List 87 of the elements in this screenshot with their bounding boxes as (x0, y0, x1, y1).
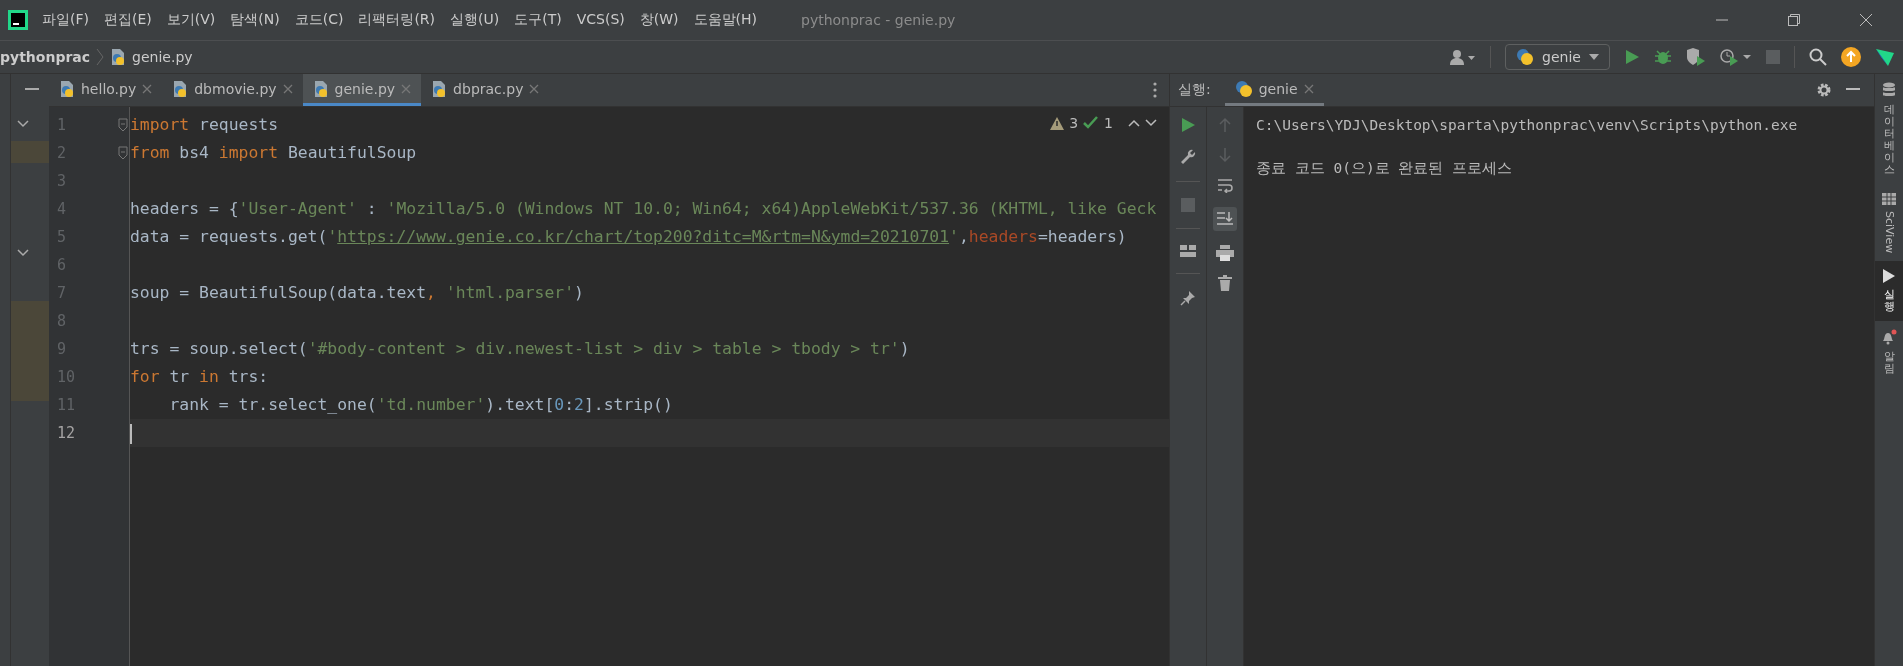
menu-item[interactable]: 탐색(N) (230, 11, 280, 29)
menu-item[interactable]: 리팩터링(R) (358, 11, 436, 29)
menu-item[interactable]: 보기(V) (166, 11, 216, 29)
chevron-down-icon[interactable] (1145, 119, 1157, 127)
close-icon[interactable] (282, 83, 293, 94)
warning-count: 3 (1069, 115, 1079, 131)
chevron-icon[interactable] (17, 120, 29, 128)
menu-item[interactable]: 실행(U) (450, 11, 500, 29)
chevron-icon (96, 48, 105, 66)
python-icon (1516, 48, 1535, 66)
python-file-icon (59, 80, 75, 97)
update-icon[interactable] (1841, 47, 1861, 67)
bell-icon (1881, 328, 1897, 345)
line-number: 12 (56, 423, 77, 444)
minimize-icon[interactable] (1846, 88, 1860, 92)
python-icon (1234, 79, 1253, 98)
print-icon[interactable] (1216, 245, 1234, 261)
sidebar-tab[interactable]: 데이터베이스 (1875, 74, 1903, 185)
minimize-icon[interactable] (25, 88, 39, 92)
check-icon[interactable] (1083, 116, 1100, 130)
database-icon (1882, 82, 1896, 98)
bug-icon[interactable] (1654, 48, 1672, 66)
console-line: 종료 코드 0(으)로 완료된 프로세스 (1256, 159, 1514, 178)
sidebar-tab[interactable]: 알림 (1875, 320, 1903, 384)
code-line: import requests (130, 115, 279, 134)
rerun-icon[interactable] (1180, 117, 1196, 133)
grid-icon (1882, 192, 1896, 205)
editor-tab[interactable]: genie.py (302, 74, 422, 106)
code-line: from bs4 import BeautifulSoup (130, 143, 417, 162)
code-line: data = requests.get('https://www.genie.co.kr/chart/top200?ditc=M&rtm=N&ymd=20210701',headers=headers) (130, 227, 1127, 246)
warning-icon[interactable] (1050, 116, 1065, 130)
app-logo-icon (8, 10, 28, 30)
chevron-up-icon[interactable] (1128, 119, 1140, 127)
breadcrumb-item[interactable]: genie.py (132, 49, 193, 65)
chevron-icon[interactable] (17, 249, 29, 257)
more-icon[interactable] (1153, 82, 1157, 98)
text-caret (130, 423, 132, 444)
menu-item[interactable]: 도움말(H) (693, 11, 757, 29)
menu-item[interactable]: 창(W) (639, 11, 679, 29)
user-icon[interactable] (1450, 49, 1477, 65)
menu-item[interactable]: 파일(F) (42, 11, 89, 29)
python-file-icon (312, 80, 329, 97)
wrench-icon[interactable] (1180, 149, 1196, 165)
caret-icon (1589, 54, 1599, 60)
search-icon[interactable] (1809, 48, 1827, 66)
fold-marker-icon[interactable] (118, 118, 128, 132)
close-icon[interactable] (1859, 13, 1873, 27)
editor-tab[interactable]: dbprac.py (421, 74, 550, 106)
trash-icon[interactable] (1218, 275, 1232, 291)
close-icon[interactable] (1303, 83, 1314, 94)
close-icon[interactable] (142, 83, 153, 94)
restore-icon[interactable] (1787, 13, 1801, 27)
run-panel-title: 실행: (1178, 81, 1211, 99)
clock-run-icon[interactable] (1720, 48, 1752, 66)
sidebar-tab[interactable]: 실행 (1875, 260, 1903, 321)
toolbox-logo-icon[interactable] (1875, 47, 1895, 67)
menu-item[interactable]: 코드(C) (294, 11, 344, 29)
editor-tab[interactable]: dbmovie.py (162, 74, 303, 106)
breadcrumb-item[interactable]: pythonprac (0, 49, 91, 65)
close-icon[interactable] (529, 83, 540, 94)
python-file-icon (110, 49, 127, 65)
window-title: pythonprac - genie.py (801, 12, 956, 28)
soft-wrap-icon[interactable] (1217, 177, 1233, 193)
settings-icon[interactable] (1816, 82, 1832, 98)
selection-highlight (11, 141, 49, 163)
shield-run-icon[interactable] (1686, 48, 1706, 66)
python-file-icon (431, 80, 448, 97)
editor-tab[interactable]: hello.py (49, 74, 163, 106)
scroll-to-end-icon[interactable] (1213, 207, 1237, 231)
code-line: rank = tr.select_one('td.number').text[0:2].strip() (168, 395, 673, 414)
run-icon[interactable] (1624, 49, 1640, 65)
play-icon (1883, 268, 1895, 283)
code-line: trs = soup.select('#body-content > div.newest-list > div > table > tbody > tr') (130, 339, 910, 358)
code-line: soup = BeautifulSoup(data.text, 'html.parser') (130, 283, 584, 302)
code-line: for tr in trs: (130, 367, 269, 386)
weak-warning-count: 1 (1104, 115, 1113, 131)
menu-item[interactable]: VCS(S) (576, 11, 625, 29)
pin-icon[interactable] (1180, 290, 1196, 306)
console-line: C:\Users\YDJ\Desktop\sparta\pythonprac\venv\Scripts\python.exe (1256, 117, 1799, 133)
fold-marker-icon[interactable] (118, 146, 128, 160)
run-config-dropdown[interactable]: genie (1505, 44, 1610, 70)
sidebar-tab[interactable]: SciView (1875, 184, 1903, 261)
python-file-icon (172, 80, 189, 97)
layout-icon[interactable] (1180, 245, 1196, 257)
menu-item[interactable]: 도구(T) (514, 11, 562, 29)
menu-item[interactable]: 편집(E) (104, 11, 152, 29)
code-line: headers = {'User-Agent' : 'Mozilla/5.0 (Windows NT 10.0; Win64; x64)AppleWebKit/537.36 (KHTML, like Geck (130, 199, 1157, 218)
